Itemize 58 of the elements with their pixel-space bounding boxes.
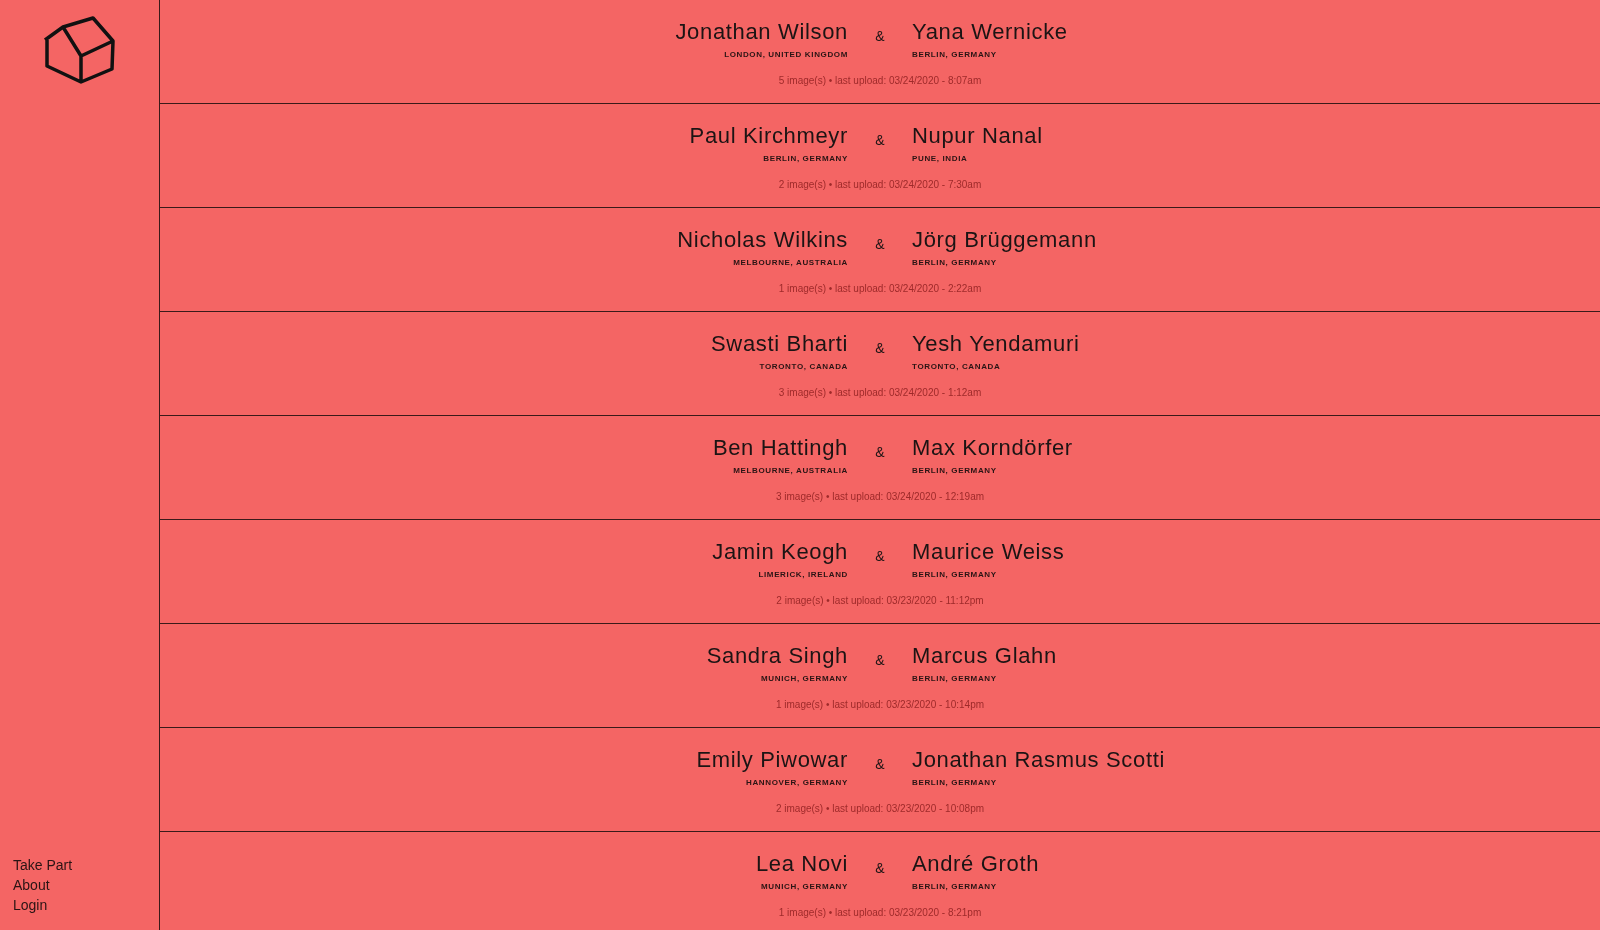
person-location: PUNE, INDIA bbox=[912, 153, 968, 165]
nav-link[interactable]: About bbox=[13, 876, 50, 894]
person-location: BERLIN, GERMANY bbox=[763, 153, 848, 165]
ampersand: & bbox=[875, 131, 885, 150]
upload-info: 3 image(s) • last upload: 03/24/2020 - 12:19am bbox=[775, 490, 985, 504]
person-location: MUNICH, GERMANY bbox=[761, 673, 848, 685]
upload-info: 1 image(s) • last upload: 03/24/2020 - 2:22am bbox=[778, 282, 982, 296]
person-name: Maurice Weiss bbox=[912, 538, 1065, 566]
person-location: MUNICH, GERMANY bbox=[761, 881, 848, 893]
ampersand: & bbox=[875, 755, 885, 774]
house-icon[interactable] bbox=[43, 15, 117, 85]
person-name: Jörg Brüggemann bbox=[912, 226, 1097, 254]
person-location: MELBOURNE, AUSTRALIA bbox=[733, 465, 848, 477]
person-name: Jonathan Rasmus Scotti bbox=[912, 746, 1165, 774]
nav-link[interactable]: Login bbox=[13, 896, 48, 914]
ampersand: & bbox=[875, 859, 885, 878]
person-location: BERLIN, GERMANY bbox=[912, 49, 997, 61]
ampersand: & bbox=[875, 339, 885, 358]
upload-info: 2 image(s) • last upload: 03/24/2020 - 7:30am bbox=[778, 178, 982, 192]
person-name: Ben Hattingh bbox=[712, 434, 848, 462]
person-name: Yesh Yendamuri bbox=[912, 330, 1080, 358]
person-location: BERLIN, GERMANY bbox=[912, 673, 997, 685]
person-name: André Groth bbox=[912, 850, 1040, 878]
ampersand: & bbox=[875, 651, 885, 670]
person-name: Sandra Singh bbox=[706, 642, 848, 670]
ampersand: & bbox=[875, 547, 885, 566]
person-location: BERLIN, GERMANY bbox=[912, 777, 997, 789]
person-location: BERLIN, GERMANY bbox=[912, 257, 997, 269]
ampersand: & bbox=[875, 27, 885, 46]
person-location: BERLIN, GERMANY bbox=[912, 881, 997, 893]
person-location: TORONTO, CANADA bbox=[912, 361, 1001, 373]
person-name: Marcus Glahn bbox=[912, 642, 1057, 670]
nav-link[interactable]: Take Part bbox=[13, 856, 73, 874]
upload-info: 1 image(s) • last upload: 03/23/2020 - 10:14pm bbox=[775, 698, 985, 712]
upload-info: 2 image(s) • last upload: 03/23/2020 - 10:08pm bbox=[775, 802, 985, 816]
person-location: MELBOURNE, AUSTRALIA bbox=[733, 257, 848, 269]
person-location: HANNOVER, GERMANY bbox=[746, 777, 848, 789]
person-location: TORONTO, CANADA bbox=[759, 361, 848, 373]
person-name: Jamin Keogh bbox=[712, 538, 848, 566]
person-name: Nicholas Wilkins bbox=[677, 226, 848, 254]
person-location: BERLIN, GERMANY bbox=[912, 465, 997, 477]
person-location: LONDON, UNITED KINGDOM bbox=[724, 49, 848, 61]
upload-info: 1 image(s) • last upload: 03/23/2020 - 8:21pm bbox=[778, 906, 982, 920]
person-name: Emily Piwowar bbox=[696, 746, 848, 774]
ampersand: & bbox=[875, 235, 885, 254]
person-name: Swasti Bharti bbox=[711, 330, 848, 358]
person-name: Max Korndörfer bbox=[912, 434, 1073, 462]
person-name: Paul Kirchmeyr bbox=[689, 122, 848, 150]
person-location: BERLIN, GERMANY bbox=[912, 569, 997, 581]
ampersand: & bbox=[875, 443, 885, 462]
upload-info: 2 image(s) • last upload: 03/23/2020 - 11:12pm bbox=[776, 594, 984, 608]
upload-info: 5 image(s) • last upload: 03/24/2020 - 8:07am bbox=[778, 74, 982, 88]
person-name: Yana Wernicke bbox=[912, 18, 1068, 46]
upload-info: 3 image(s) • last upload: 03/24/2020 - 1:12am bbox=[778, 386, 982, 400]
person-name: Nupur Nanal bbox=[912, 122, 1043, 150]
person-location: LIMERICK, IRELAND bbox=[758, 569, 848, 581]
person-name: Jonathan Wilson bbox=[675, 18, 848, 46]
person-name: Lea Novi bbox=[755, 850, 848, 878]
